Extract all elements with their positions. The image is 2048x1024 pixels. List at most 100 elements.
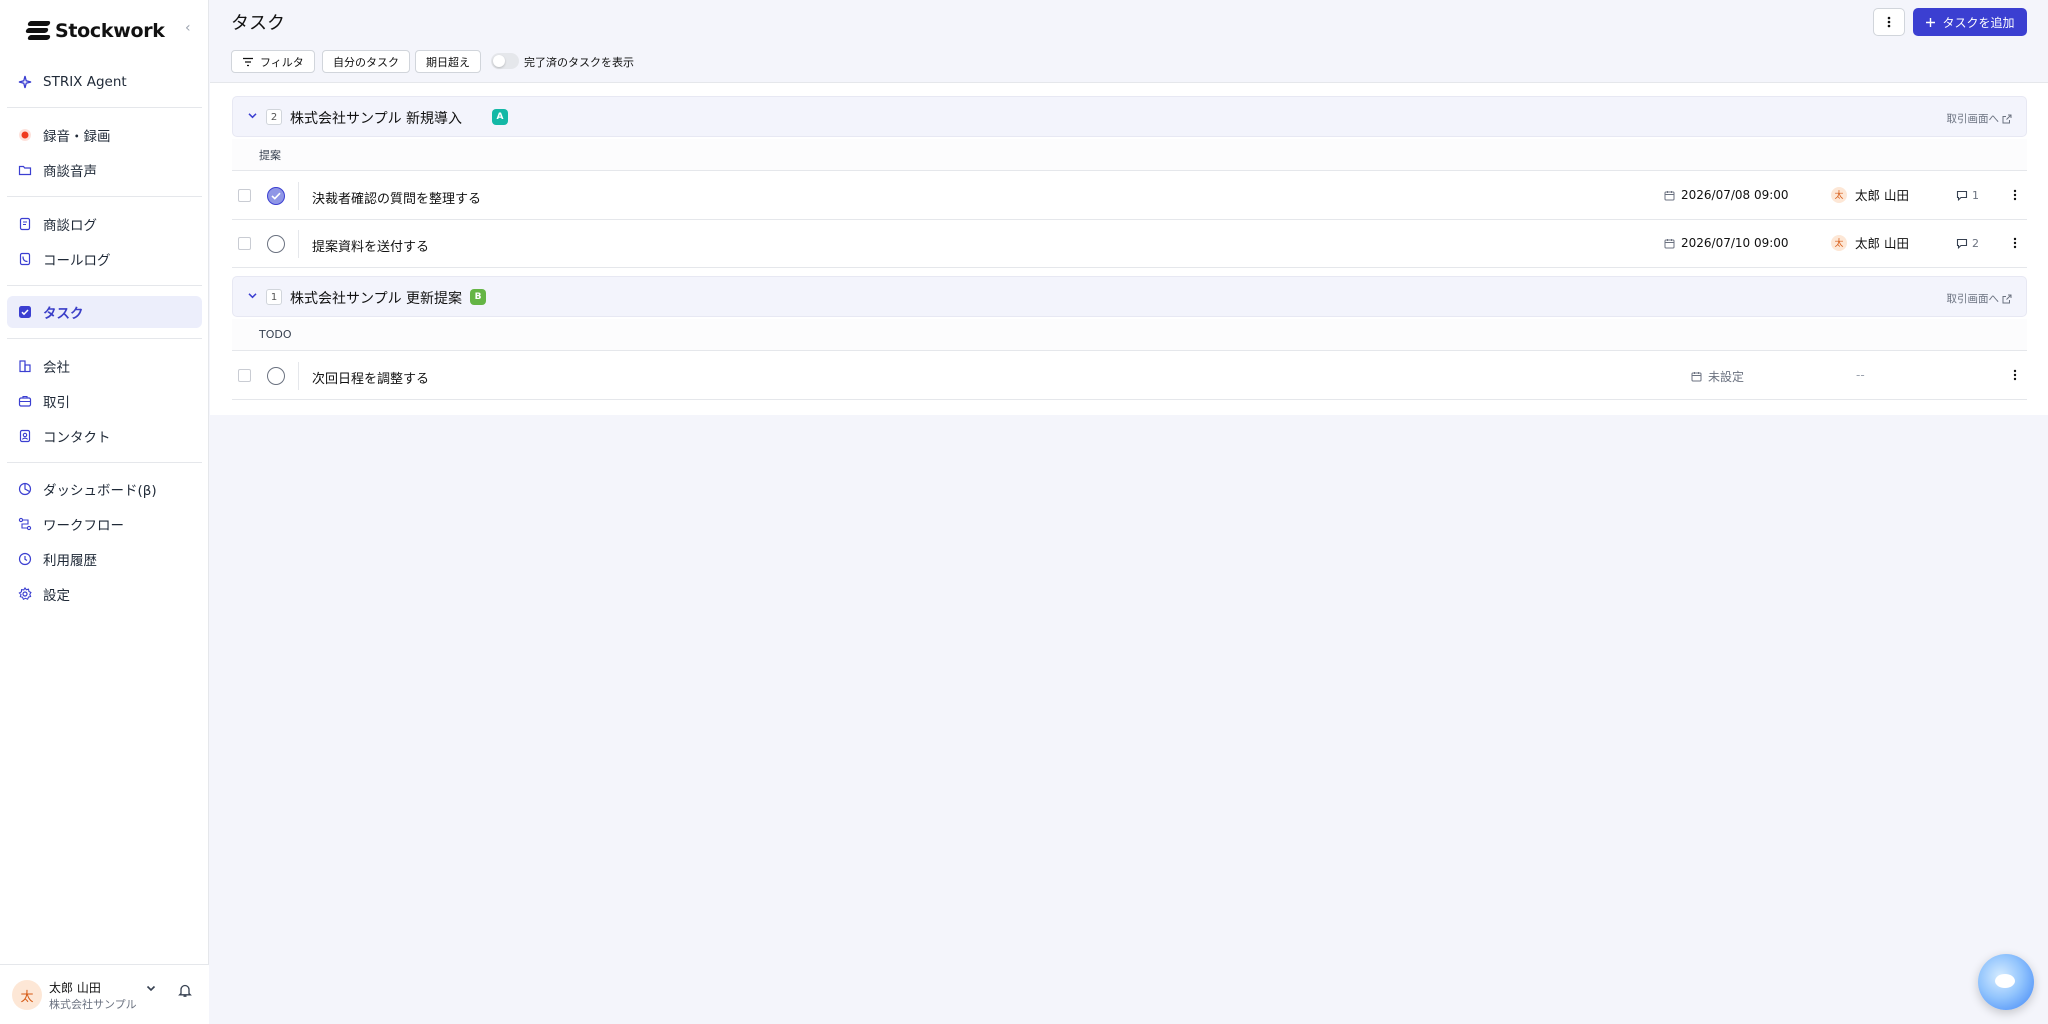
sidebar-item-label: 商談音声 <box>43 164 97 180</box>
task-assignee[interactable]: 太 太郎 山田 <box>1831 233 1909 252</box>
sidebar-item-strix-agent[interactable]: STRIX Agent <box>7 66 202 98</box>
sidebar-item-label: コールログ <box>43 253 111 269</box>
more-options-button[interactable] <box>1873 8 1905 36</box>
sidebar-item-settings[interactable]: 設定 <box>7 578 202 610</box>
building-icon <box>18 359 32 373</box>
add-task-button[interactable]: タスクを追加 <box>1913 8 2027 36</box>
external-link-icon <box>2002 114 2012 123</box>
assignee-name: 太郎 山田 <box>1855 236 1909 251</box>
app-logo[interactable]: Stockwork <box>25 18 165 44</box>
avatar[interactable]: 太 <box>12 980 42 1010</box>
row-menu-button[interactable] <box>2005 365 2025 385</box>
group-title: 株式会社サンプル 更新提案 <box>290 291 463 307</box>
sidebar-item-call-log[interactable]: コールログ <box>7 243 202 275</box>
sidebar-item-recording[interactable]: 録音・録画 <box>7 119 202 151</box>
sidebar-item-tasks[interactable]: タスク <box>7 296 202 328</box>
comment-count: 2 <box>1972 237 1979 250</box>
task-comments[interactable]: 1 <box>1956 189 1979 202</box>
task-assignee[interactable]: -- <box>1856 368 1865 382</box>
sidebar-divider <box>7 107 202 108</box>
sidebar-item-label: 取引 <box>43 395 70 411</box>
deal-link-label: 取引画面へ <box>1946 293 2000 305</box>
task-assignee[interactable]: 太 太郎 山田 <box>1831 185 1909 204</box>
task-due-date[interactable]: 未設定 <box>1691 368 1744 385</box>
chevron-down-icon[interactable] <box>247 290 258 304</box>
overdue-filter-button[interactable]: 期日超え <box>415 50 481 73</box>
deal-rank-badge: A <box>492 109 508 125</box>
sidebar-item-workflow[interactable]: ワークフロー <box>7 508 202 540</box>
task-comments[interactable]: 2 <box>1956 237 1979 250</box>
vertical-dots-icon <box>2013 189 2017 201</box>
assistant-chat-button[interactable] <box>1978 954 2034 1010</box>
task-status-toggle[interactable] <box>267 367 285 385</box>
vertical-dots-icon <box>1887 16 1891 28</box>
sidebar-item-label: 商談ログ <box>43 218 97 234</box>
collapse-sidebar-icon[interactable]: ‹ <box>185 20 191 36</box>
sidebar-divider <box>7 462 202 463</box>
filter-button[interactable]: フィルタ <box>231 50 315 73</box>
calendar-icon <box>1664 238 1675 248</box>
vertical-dots-icon <box>2013 237 2017 249</box>
sidebar-item-label: STRIX Agent <box>43 74 127 90</box>
sidebar-item-companies[interactable]: 会社 <box>7 350 202 382</box>
show-completed-label: 完了済のタスクを表示 <box>524 56 634 69</box>
page-title: タスク <box>231 13 285 34</box>
chevron-down-icon[interactable] <box>247 110 258 124</box>
chevron-down-icon[interactable] <box>145 982 157 997</box>
sidebar-item-label: ワークフロー <box>43 518 124 534</box>
task-status-toggle[interactable] <box>267 187 285 205</box>
table-row[interactable]: 次回日程を調整する 未設定 -- <box>232 352 2027 400</box>
deal-link-label: 取引画面へ <box>1946 113 2000 125</box>
sidebar-item-contacts[interactable]: コンタクト <box>7 420 202 452</box>
sidebar-item-meeting-log[interactable]: 商談ログ <box>7 208 202 240</box>
sidebar-item-label: タスク <box>43 306 84 322</box>
task-due-date[interactable]: 2026/07/10 09:00 <box>1664 236 1789 250</box>
sparkle-icon <box>18 75 32 89</box>
table-row[interactable]: 提案資料を送付する 2026/07/10 09:00 太 太郎 山田 2 <box>232 220 2027 268</box>
comment-count: 1 <box>1972 189 1979 202</box>
my-tasks-filter-button[interactable]: 自分のタスク <box>322 50 410 73</box>
sidebar-item-usage-history[interactable]: 利用履歴 <box>7 543 202 575</box>
task-status-toggle[interactable] <box>267 235 285 253</box>
sidebar-item-meeting-audio[interactable]: 商談音声 <box>7 154 202 186</box>
open-deal-link[interactable]: 取引画面へ <box>1947 111 2013 126</box>
row-select-checkbox[interactable] <box>238 237 251 250</box>
row-menu-button[interactable] <box>2005 233 2025 253</box>
calendar-icon <box>1664 190 1675 200</box>
sidebar-item-dashboard[interactable]: ダッシュボード(β) <box>7 473 202 505</box>
row-divider <box>298 182 299 210</box>
bell-icon[interactable] <box>178 983 192 1002</box>
group-task-count: 2 <box>266 109 282 125</box>
task-name[interactable]: 決裁者確認の質問を整理する <box>312 188 481 207</box>
task-name[interactable]: 提案資料を送付する <box>312 236 429 255</box>
avatar: 太 <box>1831 234 1847 251</box>
row-select-checkbox[interactable] <box>238 189 251 202</box>
add-task-label: タスクを追加 <box>1942 15 2015 30</box>
row-divider <box>298 230 299 258</box>
user-org: 株式会社サンプル <box>49 998 137 1011</box>
task-group-header[interactable]: 2 株式会社サンプル 新規導入 A 取引画面へ <box>232 96 2027 137</box>
sidebar: Stockwork ‹ STRIX Agent 録音・録画 商談音声 商談ログ … <box>0 0 209 1024</box>
logo-mark-icon <box>25 20 51 42</box>
due-date-text: 未設定 <box>1708 370 1745 384</box>
table-row[interactable]: 決裁者確認の質問を整理する 2026/07/08 09:00 太 太郎 山田 1 <box>232 172 2027 220</box>
task-due-date[interactable]: 2026/07/08 09:00 <box>1664 188 1789 202</box>
row-select-checkbox[interactable] <box>238 369 251 382</box>
show-completed-toggle[interactable] <box>491 53 519 69</box>
open-deal-link[interactable]: 取引画面へ <box>1947 291 2013 306</box>
user-menu[interactable]: 太 太郎 山田 株式会社サンプル <box>0 964 209 1024</box>
gear-icon <box>18 587 32 601</box>
sidebar-divider <box>7 285 202 286</box>
app-name: Stockwork <box>55 20 165 42</box>
sidebar-divider <box>7 196 202 197</box>
task-group-header[interactable]: 1 株式会社サンプル 更新提案 B 取引画面へ <box>232 276 2027 317</box>
comment-icon <box>1956 190 1968 201</box>
group-task-count: 1 <box>266 289 282 305</box>
sidebar-item-deals[interactable]: 取引 <box>7 385 202 417</box>
stage-label: TODO <box>259 328 292 341</box>
phone-icon <box>18 252 32 266</box>
deal-rank-badge: B <box>470 289 486 305</box>
task-name[interactable]: 次回日程を調整する <box>312 368 429 387</box>
row-menu-button[interactable] <box>2005 185 2025 205</box>
chart-icon <box>18 482 32 496</box>
